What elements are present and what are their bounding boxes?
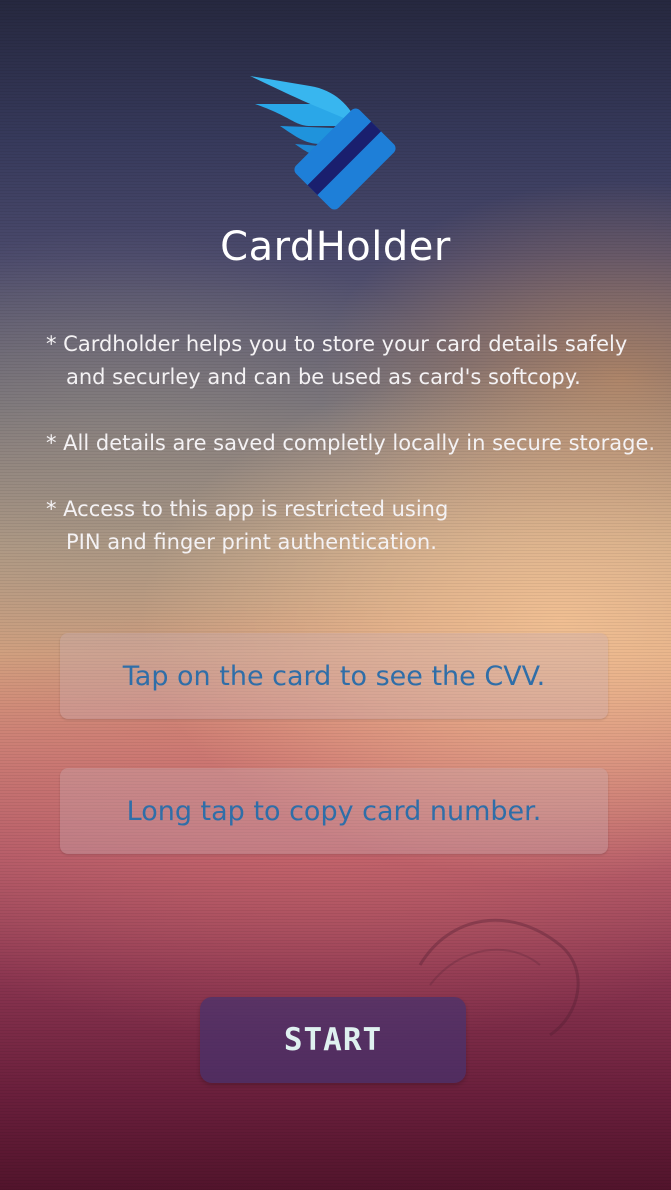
info-bullet-3: * Access to this app is restricted using… — [46, 493, 448, 559]
copy-hint-text: Long tap to copy card number. — [126, 795, 542, 827]
cvv-hint-text: Tap on the card to see the CVV. — [122, 660, 546, 692]
start-button-label: START — [283, 1022, 383, 1058]
cvv-hint-card: Tap on the card to see the CVV. — [60, 633, 608, 719]
info-bullet-1-line2: and securley and can be used as card's s… — [66, 365, 581, 389]
copy-hint-card: Long tap to copy card number. — [60, 768, 608, 854]
app-title: CardHolder — [220, 224, 451, 270]
info-bullet-1-line1: * Cardholder helps you to store your car… — [46, 332, 628, 356]
info-bullet-2-line1: * All details are saved completly locall… — [46, 431, 656, 455]
info-bullet-3-line1: * Access to this app is restricted using — [46, 497, 449, 521]
start-button[interactable]: START — [200, 997, 466, 1083]
info-bullet-2: * All details are saved completly locall… — [46, 427, 655, 460]
winged-card-icon — [250, 76, 396, 210]
info-bullet-3-line2: PIN and finger print authentication. — [66, 530, 437, 554]
info-bullet-1: * Cardholder helps you to store your car… — [46, 328, 627, 394]
